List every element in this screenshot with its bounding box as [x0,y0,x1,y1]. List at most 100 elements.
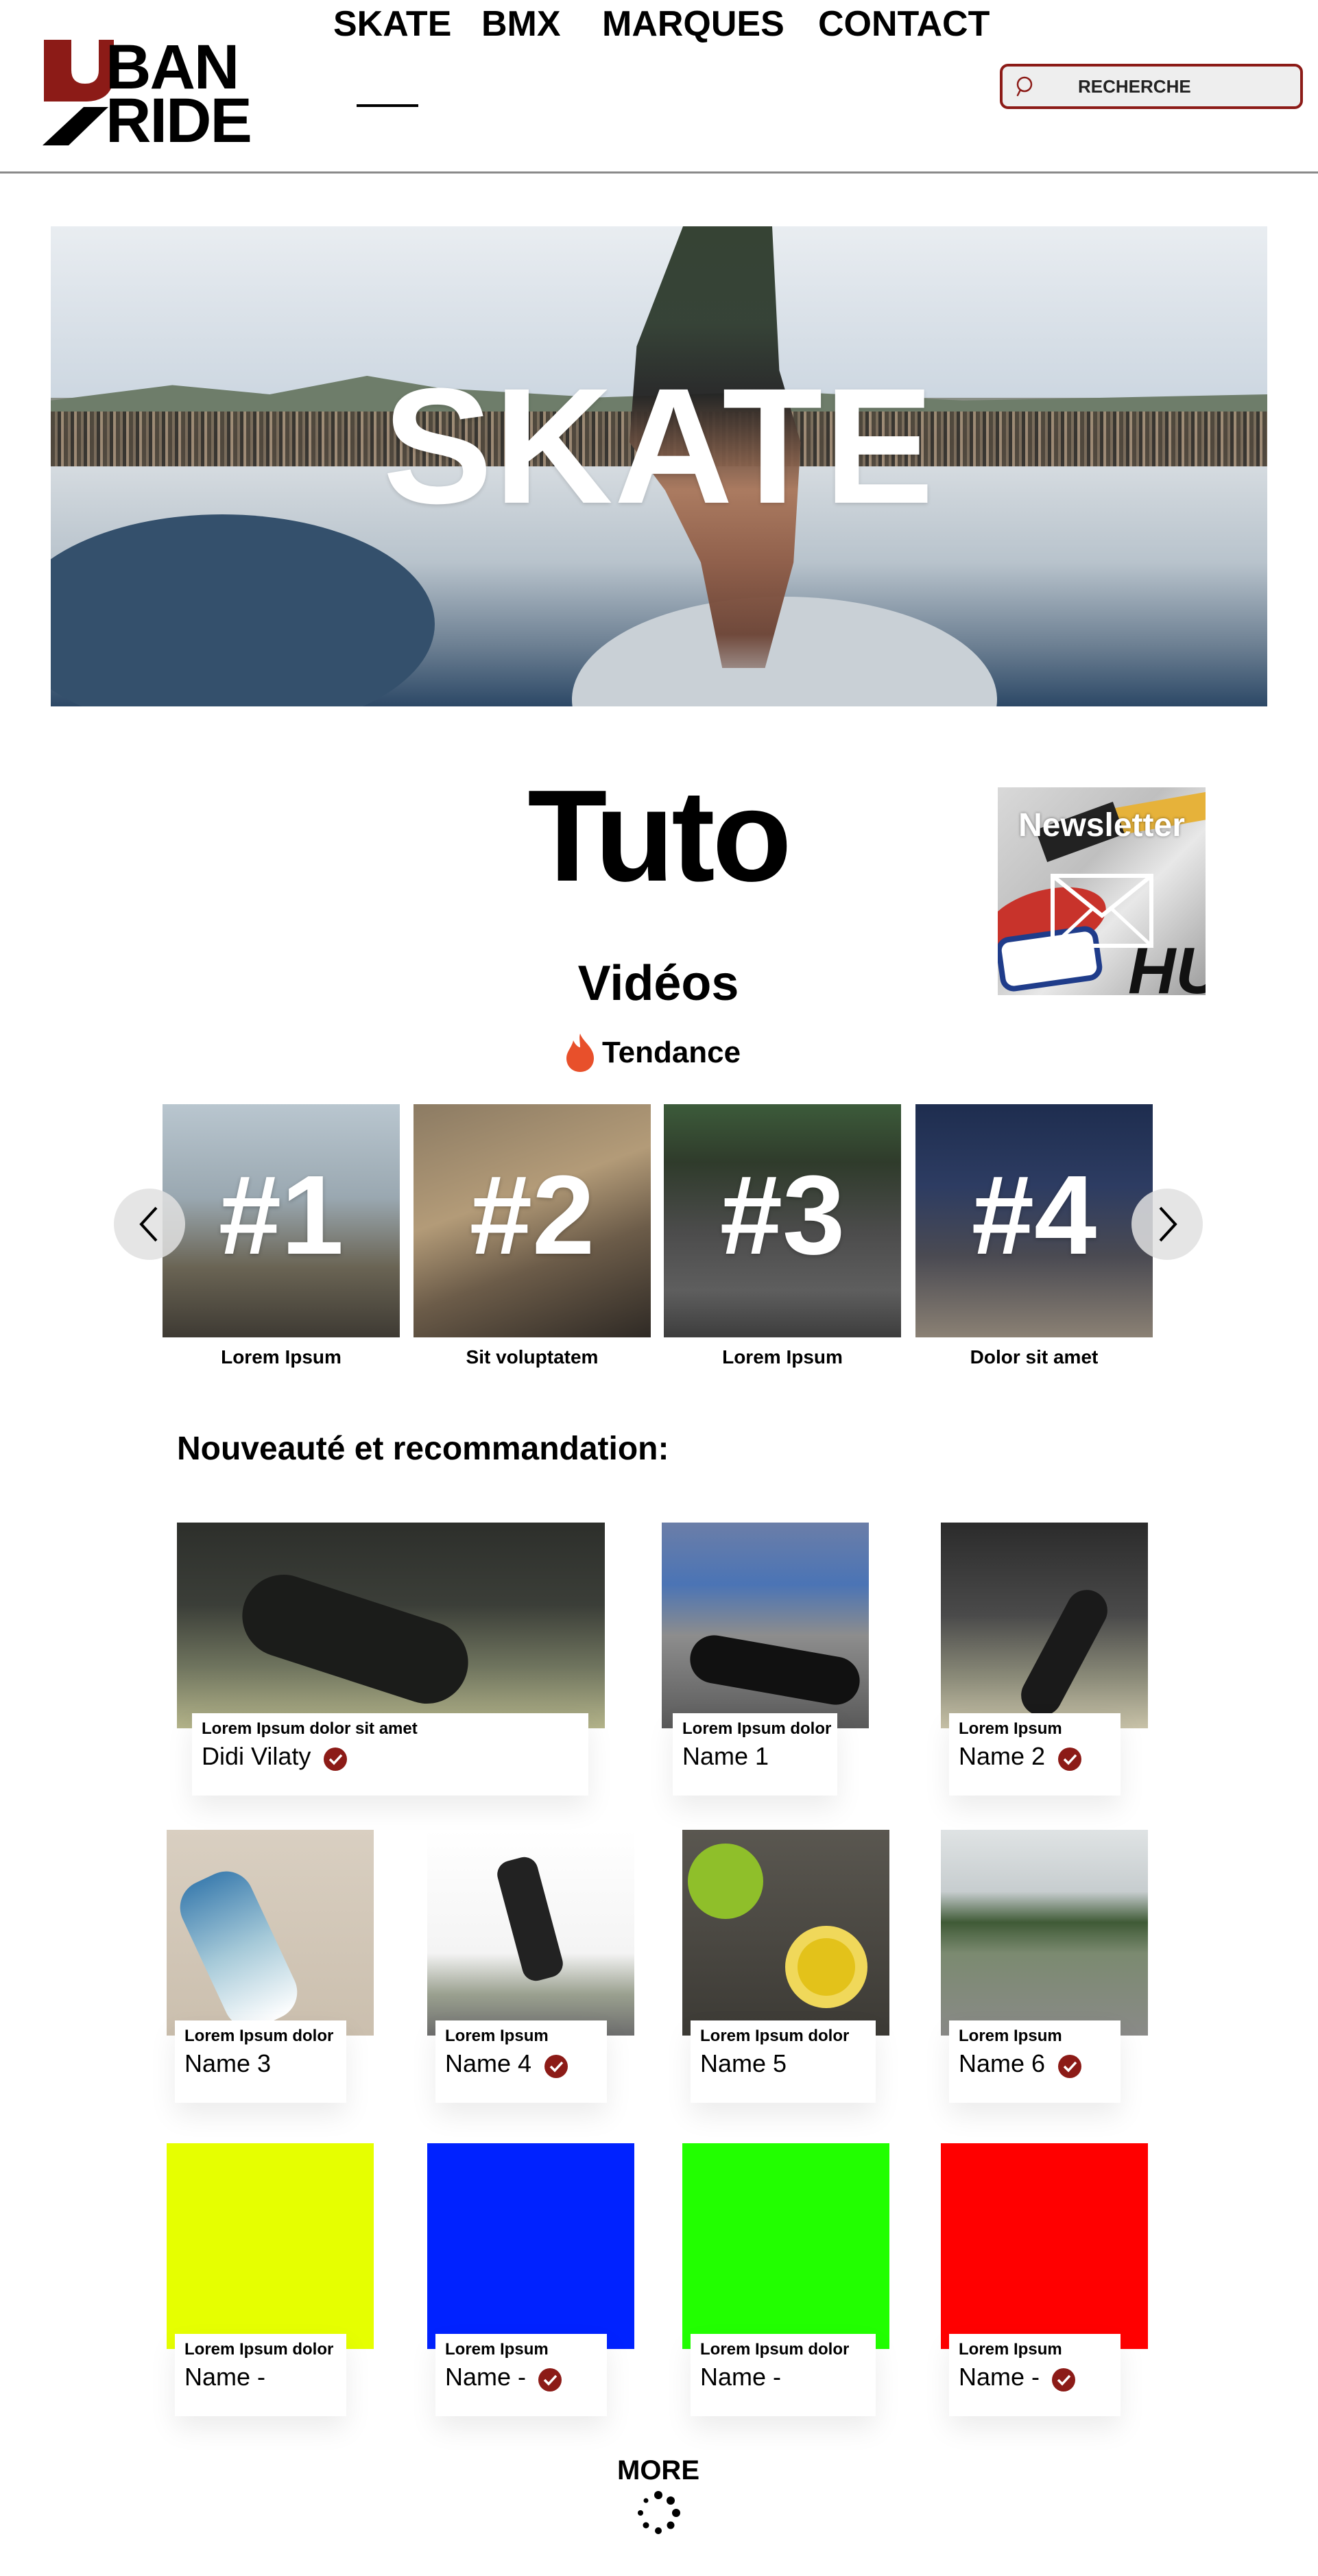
video-label[interactable]: Dolor sit amet [915,1346,1153,1369]
card-image [167,2143,374,2349]
card-author: Didi Vilaty [202,1742,311,1770]
tendance-label-group: Tendance [564,1032,741,1073]
logo-text-bottom: RIDE [106,86,252,156]
nav-bmx[interactable]: BMX [481,0,561,48]
search-box [1000,64,1303,109]
card-title: Lorem Ipsum dolor [700,2027,850,2045]
carousel-next-button[interactable] [1131,1189,1203,1260]
newsletter-title: Newsletter [1018,807,1185,844]
card-title: Lorem Ipsum [959,1719,1062,1738]
tuto-title: Tuto [527,763,791,909]
nav-skate[interactable]: SKATE [333,0,451,48]
nav-contact[interactable]: CONTACT [818,0,990,48]
chevron-right-icon [1159,1206,1177,1242]
videos-title: Vidéos [577,956,739,1011]
card-info: Lorem Ipsum Name 2 [949,1713,1121,1796]
card-image [427,2143,634,2349]
verified-icon [323,1747,347,1771]
video-card-4[interactable]: #4 [915,1104,1153,1337]
card-author: Name 1 [682,1742,769,1770]
card-info: Lorem Ipsum dolor sit amet Didi Vilaty [192,1713,588,1796]
video-label[interactable]: Lorem Ipsum [664,1346,901,1369]
spinner-icon [638,2491,680,2534]
skateboard-shape [231,1564,479,1715]
card-author: Name - [700,2363,782,2391]
card-title: Lorem Ipsum [445,2340,549,2359]
card-author: Name - [445,2363,527,2391]
video-rank: #4 [971,1152,1097,1278]
card-title: Lorem Ipsum [445,2027,549,2045]
card-title: Lorem Ipsum dolor [184,2027,334,2045]
card-image [941,1523,1148,1728]
newsletter-card[interactable]: HU Newsletter [998,787,1206,995]
card-info: Lorem Ipsum dolor Name - [175,2334,346,2416]
search-input[interactable] [1078,72,1284,101]
card-info: Lorem Ipsum Name 6 [949,2020,1121,2103]
hero-banner: SKATE [51,226,1267,706]
card-image [427,1830,634,2036]
video-label[interactable]: Sit voluptatem [414,1346,651,1369]
verified-icon [544,2054,568,2078]
video-card-1[interactable]: #1 [163,1104,400,1337]
card-title: Lorem Ipsum dolor [700,2340,850,2359]
search-icon[interactable] [1015,75,1038,98]
skateboard-shape [1014,1582,1115,1724]
card-image [682,2143,889,2349]
card-image [662,1523,869,1728]
flame-icon [566,1034,594,1072]
card-author: Name 5 [700,2049,787,2077]
verified-icon [1057,1747,1081,1771]
reco-card[interactable]: Lorem Ipsum dolor Name 3 [167,1830,374,2104]
more-button[interactable]: MORE [597,2453,720,2488]
video-card-3[interactable]: #3 [664,1104,901,1337]
verified-icon [538,2368,562,2392]
reco-card[interactable]: Lorem Ipsum dolor Name 5 [682,1830,889,2104]
tendance-label: Tendance [602,1036,741,1069]
card-info: Lorem Ipsum dolor Name 5 [691,2020,876,2103]
card-image [941,2143,1148,2349]
reco-card[interactable]: Lorem Ipsum Name - [427,2143,634,2418]
card-author: Name 3 [184,2049,272,2077]
card-author: Name 6 [959,2049,1046,2077]
reco-card[interactable]: Lorem Ipsum dolor Name - [682,2143,889,2418]
card-image [177,1523,605,1728]
reco-card[interactable]: Lorem Ipsum Name 4 [427,1830,634,2104]
video-card-2[interactable]: #2 [414,1104,651,1337]
card-author: Name - [959,2363,1040,2391]
card-author: Name 2 [959,1742,1046,1770]
reco-card[interactable]: Lorem Ipsum Name 2 [941,1523,1148,1797]
card-info: Lorem Ipsum Name - [949,2334,1121,2416]
recommendations-heading: Nouveauté et recommandation: [177,1431,669,1467]
urban-ride-logo[interactable]: BAN RIDE [43,36,283,152]
video-rank: #2 [469,1152,595,1278]
hero-title: SKATE [383,354,935,538]
card-title: Lorem Ipsum dolor [682,1719,832,1738]
skateboard-deck-shape [171,1862,307,2036]
wheel-shape [688,1844,763,1919]
skater-shape [494,1854,566,1984]
video-rank: #3 [719,1152,846,1278]
mail-icon [1051,874,1153,948]
video-label[interactable]: Lorem Ipsum [163,1346,400,1369]
card-image [941,1830,1148,2036]
reco-card[interactable]: Lorem Ipsum dolor Name - [167,2143,374,2418]
reco-card[interactable]: Lorem Ipsum Name 6 [941,1830,1148,2104]
card-author: Name 4 [445,2049,532,2077]
header-divider [0,171,1318,174]
nav-marques[interactable]: MARQUES [602,0,784,48]
reco-card[interactable]: Lorem Ipsum dolor Name 1 [662,1523,869,1797]
wheel-shape [785,1926,867,2008]
reco-card[interactable]: Lorem Ipsum dolor sit amet Didi Vilaty [177,1523,605,1797]
card-title: Lorem Ipsum dolor [184,2340,334,2359]
reco-card[interactable]: Lorem Ipsum Name - [941,2143,1148,2418]
card-author: Name - [184,2363,266,2391]
skateboard-shape [686,1631,864,1709]
card-info: Lorem Ipsum Name 4 [435,2020,607,2103]
card-title: Lorem Ipsum [959,2027,1062,2045]
card-info: Lorem Ipsum dolor Name 3 [175,2020,346,2103]
card-info: Lorem Ipsum dolor Name - [691,2334,876,2416]
card-title: Lorem Ipsum dolor sit amet [202,1719,418,1738]
carousel-prev-button[interactable] [114,1189,185,1260]
video-rank: #1 [218,1152,344,1278]
card-info: Lorem Ipsum dolor Name 1 [673,1713,837,1796]
